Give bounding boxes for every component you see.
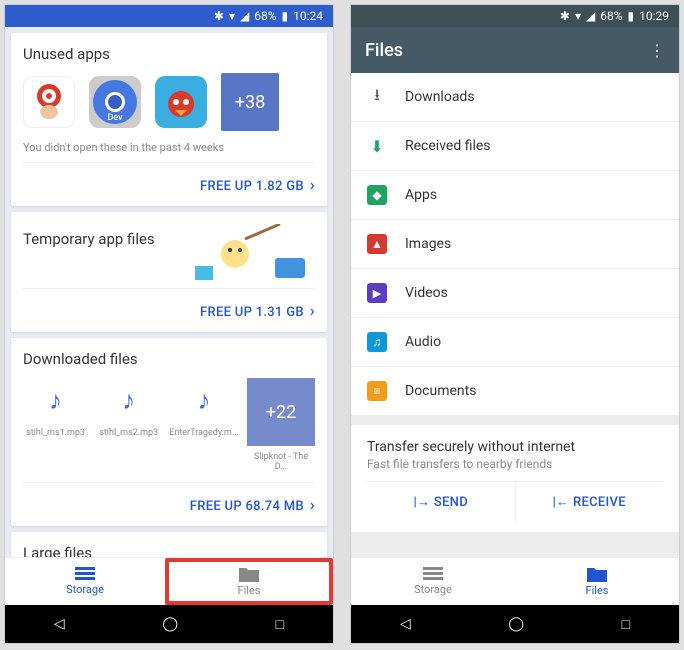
list-item-audio[interactable]: ♫Audio (351, 318, 679, 366)
wifi-icon: ▾ (229, 9, 235, 23)
audio-icon: ♫ (367, 332, 387, 352)
files-header: Files ⋮ (351, 27, 679, 73)
back-button[interactable]: ◁ (400, 616, 411, 632)
music-note-icon: ♪ (107, 378, 151, 422)
card-title: Large files (23, 544, 315, 557)
music-note-icon: ♪ (182, 378, 226, 422)
free-up-temp-button[interactable]: FREE UP 1.31 GB (23, 288, 315, 332)
card-title: Downloaded files (23, 350, 315, 368)
tab-files[interactable]: Files (165, 558, 333, 605)
received-icon: ⬇ (367, 136, 387, 156)
download-icon: ⭳ (367, 87, 387, 107)
battery-percent: 68% (600, 9, 622, 23)
list-item-documents[interactable]: ≡Documents (351, 367, 679, 415)
list-item-images[interactable]: ▲Images (351, 220, 679, 268)
recents-button[interactable]: □ (622, 616, 630, 633)
send-icon: |→ (413, 495, 433, 510)
storage-scroll[interactable]: Unused apps Dev +38 You didn't open thes… (5, 27, 333, 557)
videos-icon: ▶ (367, 283, 387, 303)
list-item-videos[interactable]: ▶Videos (351, 269, 679, 317)
unused-more-count[interactable]: +38 (221, 73, 279, 131)
card-downloaded-files: Downloaded files ♪stihl_ms1.mp3 ♪stihl_m… (11, 338, 327, 526)
phone-left: ✱ ▾ ◢ 68% ▮ 10:24 Unused apps Dev (4, 4, 334, 644)
svg-text:Dev: Dev (107, 113, 123, 123)
signal-icon: ◢ (240, 9, 249, 23)
storage-icon (75, 567, 95, 581)
signal-icon: ◢ (586, 9, 595, 23)
card-large-files: Large files ♪ +6 (11, 532, 327, 557)
bottom-nav: Storage Files (351, 557, 679, 605)
transfer-section: Transfer securely without internet Fast … (351, 425, 679, 532)
home-button[interactable]: ◯ (508, 616, 524, 632)
back-button[interactable]: ◁ (54, 616, 65, 632)
apps-icon: ◆ (367, 185, 387, 205)
page-title: Files (365, 40, 403, 61)
tab-storage[interactable]: Storage (5, 558, 165, 605)
android-navbar: ◁ ◯ □ (5, 605, 333, 643)
list-item-downloads[interactable]: ⭳Downloads (351, 73, 679, 121)
recents-button[interactable]: □ (276, 616, 284, 633)
unused-subtext: You didn't open these in the past 4 week… (23, 141, 315, 154)
overflow-menu-icon[interactable]: ⋮ (649, 41, 665, 60)
tab-files[interactable]: Files (515, 558, 679, 605)
battery-icon: ▮ (628, 9, 635, 23)
list-item-received[interactable]: ⬇Received files (351, 122, 679, 170)
status-time: 10:24 (293, 9, 323, 23)
music-note-icon: ♪ (34, 378, 78, 422)
app-icon-chrome-dev[interactable]: Dev (89, 76, 141, 128)
file-item[interactable]: ♪stihl_ms1.mp3 (23, 378, 88, 472)
file-item[interactable]: ♪stihl_ms2.mp3 (96, 378, 161, 472)
list-item-apps[interactable]: ◆Apps (351, 171, 679, 219)
bottom-nav: Storage Files (5, 557, 333, 605)
card-title: Unused apps (23, 45, 315, 63)
send-button[interactable]: |→ SEND (367, 482, 515, 522)
bluetooth-icon: ✱ (560, 9, 570, 23)
tab-storage[interactable]: Storage (351, 558, 515, 605)
bluetooth-icon: ✱ (214, 9, 224, 23)
wifi-icon: ▾ (575, 9, 581, 23)
status-time: 10:29 (639, 9, 669, 23)
status-bar: ✱ ▾ ◢ 68% ▮ 10:24 (5, 5, 333, 27)
battery-icon: ▮ (282, 9, 289, 23)
card-title: Temporary app files (23, 230, 155, 248)
free-up-downloaded-button[interactable]: FREE UP 68.74 MB (23, 482, 315, 526)
android-navbar: ◁ ◯ □ (351, 605, 679, 643)
battery-percent: 68% (254, 9, 276, 23)
images-icon: ▲ (367, 234, 387, 254)
phone-right: ✱ ▾ ◢ 68% ▮ 10:29 Files ⋮ ⭳Downloads ⬇Re… (350, 4, 680, 644)
folder-icon (587, 566, 607, 582)
transfer-title: Transfer securely without internet (367, 439, 663, 455)
status-bar: ✱ ▾ ◢ 68% ▮ 10:29 (351, 5, 679, 27)
home-button[interactable]: ◯ (162, 616, 178, 632)
transfer-subtitle: Fast file transfers to nearby friends (367, 457, 663, 471)
folder-icon (239, 566, 259, 582)
card-temp-files: Temporary app files FREE UP 1.31 GB (11, 212, 327, 332)
app-icon-mario[interactable] (23, 76, 75, 128)
cleanup-illustration (195, 224, 315, 284)
free-up-unused-button[interactable]: FREE UP 1.82 GB (23, 162, 315, 206)
downloaded-more[interactable]: +22Slipknot - The D... (247, 378, 315, 472)
receive-icon: |← (553, 495, 573, 510)
categories-list: ⭳Downloads ⬇Received files ◆Apps ▲Images… (351, 73, 679, 415)
card-unused-apps: Unused apps Dev +38 You didn't open thes… (11, 33, 327, 206)
storage-icon (423, 567, 443, 581)
file-item[interactable]: ♪EnterTragedy.m... (169, 378, 239, 472)
documents-icon: ≡ (367, 381, 387, 401)
receive-button[interactable]: |← RECEIVE (515, 482, 664, 522)
app-icon-angry-birds[interactable] (155, 76, 207, 128)
